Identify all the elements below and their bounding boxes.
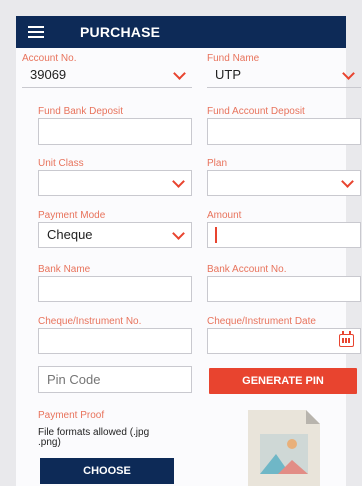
pin-code-input[interactable] (38, 366, 192, 393)
plan-label: Plan (207, 158, 228, 169)
fund-name-select[interactable]: UTP (207, 63, 361, 88)
fund-account-deposit-label: Fund Account Deposit (207, 106, 305, 117)
plan-select[interactable] (207, 170, 361, 196)
amount-label: Amount (207, 210, 242, 221)
bank-name-field[interactable] (38, 276, 192, 302)
file-formats-note: File formats allowed (.jpg .png) (38, 427, 150, 448)
page-title: PURCHASE (80, 24, 161, 40)
chevron-down-icon (172, 227, 185, 240)
account-no-select[interactable]: 39069 (22, 63, 192, 88)
text-cursor (215, 227, 217, 243)
unit-class-label: Unit Class (38, 158, 84, 169)
unit-class-select[interactable] (38, 170, 192, 196)
payment-proof-label: Payment Proof (38, 410, 105, 421)
cheque-date-label: Cheque/Instrument Date (207, 316, 316, 327)
fund-bank-deposit-label: Fund Bank Deposit (38, 106, 124, 117)
chevron-down-icon (172, 175, 185, 188)
bank-account-no-field[interactable] (207, 276, 361, 302)
amount-input[interactable] (207, 222, 361, 248)
generate-pin-button[interactable]: GENERATE PIN (209, 368, 357, 394)
image-file-icon (248, 410, 320, 486)
account-no-value: 39069 (30, 67, 67, 82)
payment-mode-select[interactable]: Cheque (38, 222, 192, 248)
bank-account-no-label: Bank Account No. (207, 264, 287, 275)
bank-name-label: Bank Name (38, 264, 91, 275)
payment-mode-label: Payment Mode (38, 210, 106, 221)
calendar-icon[interactable] (339, 331, 354, 347)
fund-name-value: UTP (215, 67, 241, 82)
cheque-no-label: Cheque/Instrument No. (38, 316, 142, 327)
menu-icon[interactable] (28, 26, 44, 38)
choose-button[interactable]: CHOOSE (40, 458, 174, 484)
payment-mode-value: Cheque (47, 227, 93, 242)
app-bar: PURCHASE (16, 16, 346, 48)
chevron-down-icon (173, 67, 186, 80)
chevron-down-icon (342, 67, 355, 80)
fund-account-deposit-field[interactable] (207, 118, 361, 145)
chevron-down-icon (341, 175, 354, 188)
cheque-no-field[interactable] (38, 328, 192, 354)
cheque-date-field[interactable] (207, 328, 361, 354)
fund-bank-deposit-field[interactable] (38, 118, 192, 145)
